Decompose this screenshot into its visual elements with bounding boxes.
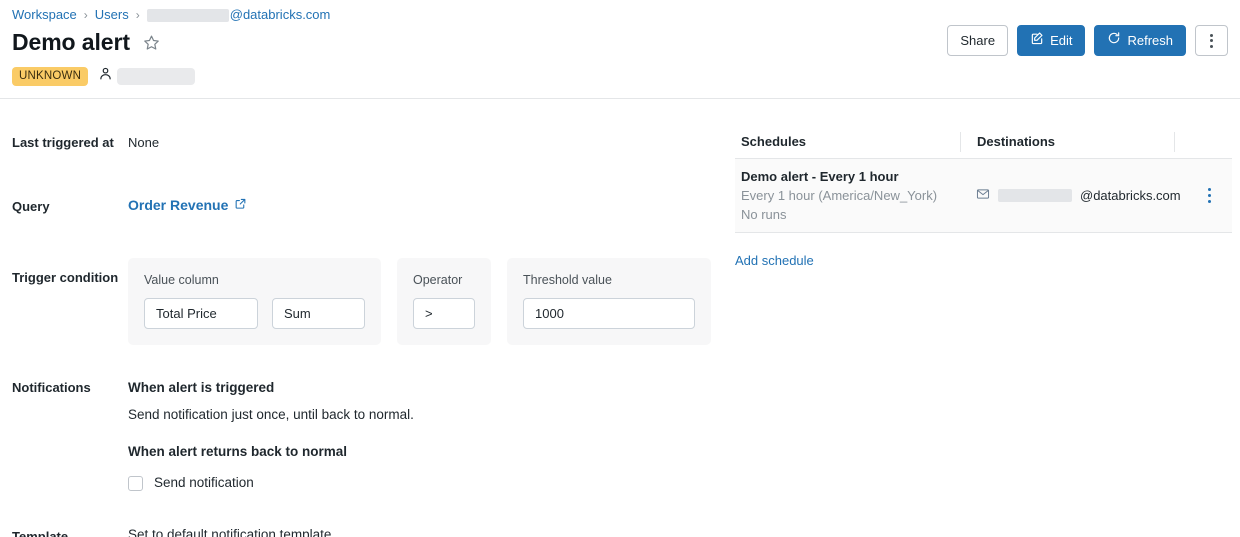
more-options-button[interactable]: [1195, 25, 1228, 56]
breadcrumb-user-email[interactable]: @databricks.com: [147, 7, 331, 23]
query-label: Query: [12, 174, 128, 216]
last-triggered-value: None: [128, 112, 159, 152]
person-icon: [98, 66, 113, 86]
add-schedule-link[interactable]: Add schedule: [735, 252, 814, 270]
send-notification-row[interactable]: Send notification: [128, 474, 414, 492]
operator-field[interactable]: >: [413, 298, 475, 329]
header-divider: [0, 98, 1240, 99]
header-actions: Share Edit Refresh: [947, 25, 1228, 56]
breadcrumb-user-email-suffix: @databricks.com: [230, 7, 331, 23]
owner: [98, 66, 195, 86]
send-notification-checkbox[interactable]: [128, 476, 143, 491]
schedule-runs: No runs: [741, 205, 960, 224]
threshold-value-group: Threshold value 1000: [507, 258, 711, 345]
title-row: Demo alert: [12, 28, 162, 56]
kebab-menu-icon: [1208, 188, 1212, 204]
star-outline-icon[interactable]: [142, 32, 162, 52]
schedules-panel: Schedules Destinations Demo alert - Ever…: [735, 126, 1232, 270]
column-header-actions: [1174, 132, 1232, 152]
value-column-field[interactable]: Total Price: [144, 298, 258, 329]
when-triggered-heading: When alert is triggered: [128, 379, 414, 397]
when-triggered-text: Send notification just once, until back …: [128, 406, 414, 424]
notifications-body: When alert is triggered Send notificatio…: [128, 379, 414, 492]
alert-detail-page: Workspace › Users › @databricks.com Demo…: [0, 0, 1240, 537]
last-triggered-label: Last triggered at: [12, 112, 128, 152]
template-label: Template: [12, 526, 128, 537]
schedule-cadence: Every 1 hour (America/New_York): [741, 186, 960, 205]
notifications-label: Notifications: [12, 379, 128, 397]
column-header-schedules: Schedules: [741, 134, 806, 149]
redacted-owner-name: [117, 68, 195, 85]
detail-row-last-triggered: Last triggered at None: [12, 112, 727, 174]
breadcrumb-users[interactable]: Users: [95, 7, 129, 23]
alert-details: Last triggered at None Query Order Reven…: [12, 112, 727, 537]
refresh-button-label: Refresh: [1127, 25, 1173, 56]
template-value: Set to default notification template.: [128, 526, 335, 537]
refresh-button[interactable]: Refresh: [1094, 25, 1186, 56]
operator-group: Operator >: [397, 258, 491, 345]
schedule-row-menu-button[interactable]: [1181, 188, 1239, 204]
breadcrumb-separator-1: ›: [84, 7, 88, 23]
envelope-icon: [976, 187, 990, 204]
threshold-value-title: Threshold value: [523, 272, 695, 288]
value-column-title: Value column: [144, 272, 365, 288]
meta-row: UNKNOWN: [12, 66, 195, 86]
schedule-name: Demo alert - Every 1 hour: [741, 167, 960, 186]
share-button[interactable]: Share: [947, 25, 1008, 56]
table-row[interactable]: Demo alert - Every 1 hour Every 1 hour (…: [735, 159, 1232, 233]
schedule-destination: @databricks.com: [960, 187, 1181, 204]
detail-row-query: Query Order Revenue: [12, 174, 727, 232]
pencil-square-icon: [1030, 25, 1044, 56]
aggregation-function-field[interactable]: Sum: [272, 298, 365, 329]
redacted-destination-email: [998, 189, 1072, 202]
when-normal-heading: When alert returns back to normal: [128, 443, 414, 461]
edit-button-label: Edit: [1050, 25, 1072, 56]
trigger-condition-label: Trigger condition: [12, 258, 128, 288]
edit-button[interactable]: Edit: [1017, 25, 1085, 56]
share-button-label: Share: [960, 25, 995, 56]
detail-row-template: Template Set to default notification tem…: [12, 492, 727, 537]
page-title: Demo alert: [12, 28, 130, 56]
external-link-icon: [234, 196, 247, 214]
column-header-destinations: Destinations: [977, 133, 1055, 151]
detail-row-notifications: Notifications When alert is triggered Se…: [12, 345, 727, 492]
refresh-icon: [1107, 25, 1121, 56]
query-link[interactable]: Order Revenue: [128, 196, 247, 214]
schedules-table-header: Schedules Destinations: [735, 126, 1232, 159]
status-badge: UNKNOWN: [12, 67, 88, 86]
breadcrumb-workspace[interactable]: Workspace: [12, 7, 77, 23]
breadcrumb-separator-2: ›: [136, 7, 140, 23]
detail-row-trigger-condition: Trigger condition Value column Total Pri…: [12, 232, 727, 345]
query-link-label: Order Revenue: [128, 196, 228, 214]
send-notification-label: Send notification: [154, 474, 254, 492]
schedules-table: Schedules Destinations Demo alert - Ever…: [735, 126, 1232, 233]
operator-title: Operator: [413, 272, 475, 288]
threshold-value-field[interactable]: 1000: [523, 298, 695, 329]
destination-email-suffix: @databricks.com: [1080, 188, 1181, 203]
trigger-condition-groups: Value column Total Price Sum Operator > …: [128, 258, 711, 345]
breadcrumb: Workspace › Users › @databricks.com: [12, 7, 330, 23]
redacted-username: [147, 9, 229, 22]
value-column-group: Value column Total Price Sum: [128, 258, 381, 345]
kebab-menu-icon: [1210, 34, 1213, 48]
